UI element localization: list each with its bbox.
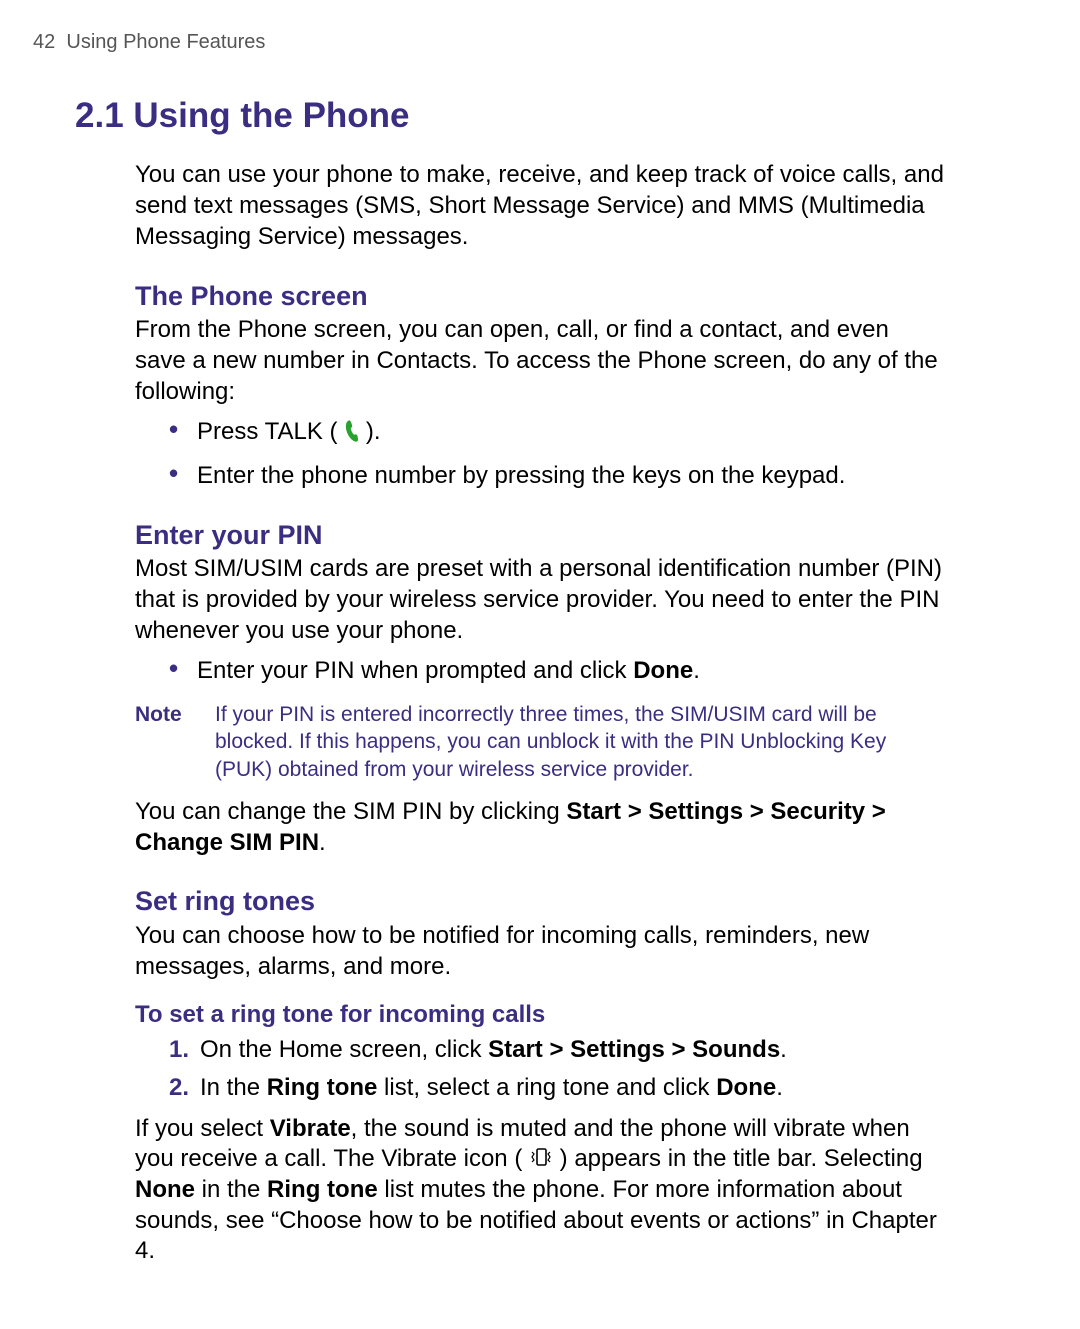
ring-text: You can choose how to be notified for in… [135, 921, 945, 982]
list-item: On the Home screen, click Start > Settin… [169, 1035, 945, 1066]
talk-icon [344, 420, 359, 451]
ring-steps: On the Home screen, click Start > Settin… [169, 1035, 945, 1103]
vibrate-icon [529, 1147, 553, 1175]
text: ) appears in the title bar. Selecting [553, 1145, 923, 1172]
subheading-phone-screen: The Phone screen [135, 279, 945, 314]
text: . [776, 1074, 783, 1101]
note-label: Note [135, 701, 215, 783]
text: On the Home screen, click [200, 1036, 488, 1063]
bold-none: None [135, 1176, 195, 1203]
bullet-text: Press TALK ( [197, 418, 344, 445]
section-number: 2.1 [75, 96, 124, 135]
bold-vibrate: Vibrate [270, 1115, 351, 1142]
bold-path: Start > Settings > Sounds [488, 1036, 780, 1063]
bullet-text: Enter the phone number by pressing the k… [197, 462, 845, 489]
pin-bullets: Enter your PIN when prompted and click D… [169, 656, 945, 687]
text: list, select a ring tone and click [377, 1074, 716, 1101]
bullet-text: ). [359, 418, 380, 445]
change-pin-text: You can change the SIM PIN by clicking S… [135, 797, 945, 858]
intro-paragraph: You can use your phone to make, receive,… [135, 160, 945, 252]
subheading-ring: Set ring tones [135, 884, 945, 919]
bullet-text: Enter your PIN when prompted and click [197, 657, 633, 684]
phone-screen-bullets: Press TALK ( ). Enter the phone number b… [169, 417, 945, 491]
list-item: Enter the phone number by pressing the k… [169, 461, 945, 492]
list-item: In the Ring tone list, select a ring ton… [169, 1073, 945, 1104]
subheading-pin: Enter your PIN [135, 518, 945, 553]
subsub-ring-incoming: To set a ring tone for incoming calls [135, 1000, 945, 1031]
section-title: 2.1 Using the Phone [75, 94, 945, 139]
text: You can change the SIM PIN by clicking [135, 798, 566, 825]
section-heading: Using the Phone [133, 96, 409, 135]
bold-done: Done [633, 657, 693, 684]
bullet-text: . [693, 657, 700, 684]
page-number: 42 [33, 31, 55, 53]
closing-paragraph: If you select Vibrate, the sound is mute… [135, 1114, 945, 1268]
list-item: Press TALK ( ). [169, 417, 945, 451]
note-body: If your PIN is entered incorrectly three… [215, 701, 945, 783]
chapter-name: Using Phone Features [66, 31, 265, 53]
phone-screen-text: From the Phone screen, you can open, cal… [135, 315, 945, 407]
content-area: You can use your phone to make, receive,… [135, 160, 945, 1267]
bold-ringtone: Ring tone [267, 1074, 378, 1101]
pin-text: Most SIM/USIM cards are preset with a pe… [135, 554, 945, 646]
text: . [319, 829, 326, 856]
bold-ringtone: Ring tone [267, 1176, 378, 1203]
list-item: Enter your PIN when prompted and click D… [169, 656, 945, 687]
text: in the [195, 1176, 267, 1203]
text: . [780, 1036, 787, 1063]
text: If you select [135, 1115, 270, 1142]
text: In the [200, 1074, 267, 1101]
note-block: Note If your PIN is entered incorrectly … [135, 701, 945, 783]
running-header: 42 Using Phone Features [33, 30, 945, 56]
bold-done: Done [716, 1074, 776, 1101]
